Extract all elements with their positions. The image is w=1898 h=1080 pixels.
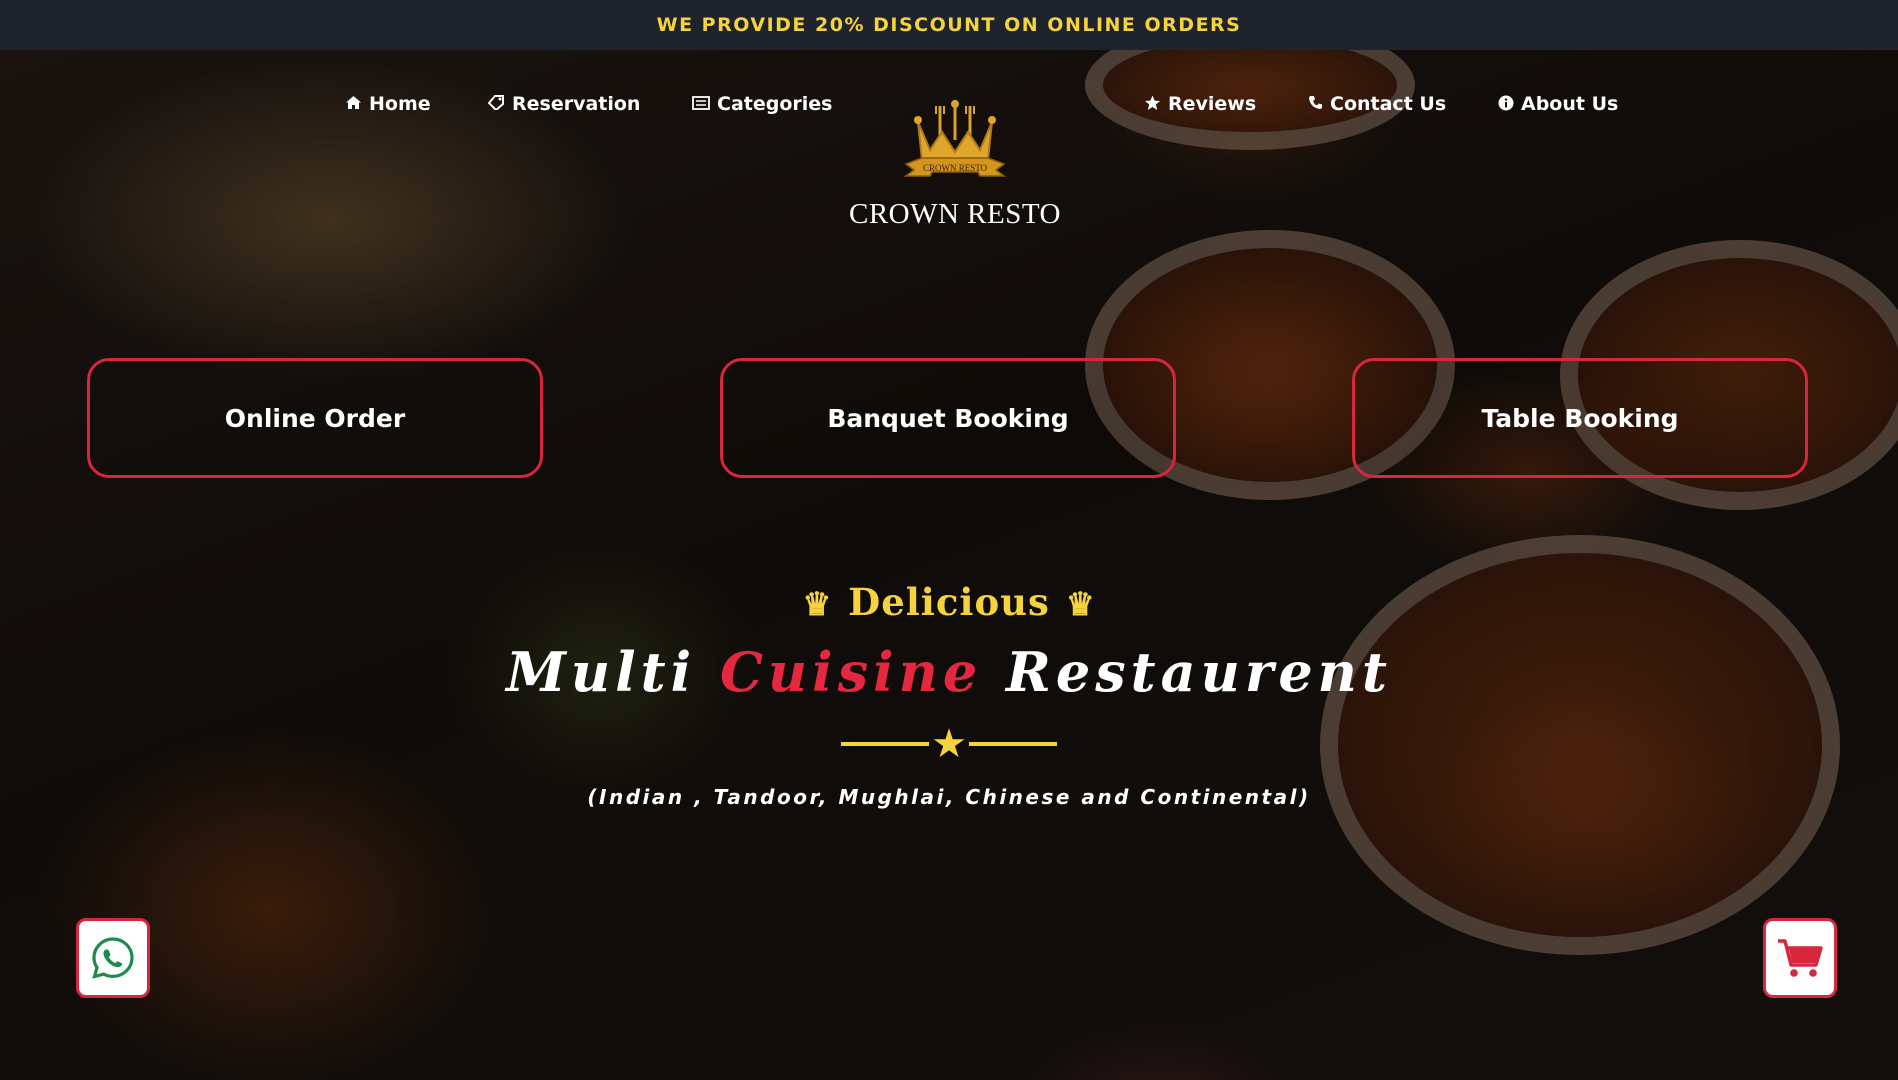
promo-text: WE PROVIDE 20% DISCOUNT ON ONLINE ORDERS	[656, 14, 1242, 36]
phone-icon	[1308, 95, 1323, 113]
hero-title-part1: Multi	[506, 640, 697, 704]
divider-star-icon: ★	[931, 721, 967, 767]
nav-reviews-label: Reviews	[1168, 93, 1257, 115]
hero-title-part2: Restaurent	[1006, 640, 1392, 704]
crown-icon: ♛	[802, 585, 833, 623]
nav-about[interactable]: About Us	[1498, 93, 1618, 115]
hero-subtitle: (Indian , Tandoor, Mughlai, Chinese and …	[587, 785, 1311, 809]
hero-title-accent: Cuisine	[719, 640, 983, 704]
cart-button[interactable]	[1763, 918, 1837, 998]
crown-logo-icon: CROWN RESTO	[903, 100, 1007, 177]
nav-about-label: About Us	[1521, 93, 1619, 115]
list-icon	[692, 95, 710, 113]
nav-contact[interactable]: Contact Us	[1308, 93, 1446, 115]
divider-line	[841, 742, 930, 746]
whatsapp-button[interactable]	[76, 918, 150, 998]
crown-icon: ♛	[1065, 585, 1096, 623]
page: WE PROVIDE 20% DISCOUNT ON ONLINE ORDERS…	[0, 0, 1898, 1080]
hero-divider: ★	[0, 724, 1898, 764]
tag-icon	[487, 95, 505, 113]
nav-reservation-label: Reservation	[512, 93, 641, 115]
logo-badge-text: CROWN RESTO	[923, 163, 988, 173]
hero-tagline-text: Delicious	[848, 580, 1050, 624]
banquet-booking-button[interactable]: Banquet Booking	[720, 358, 1176, 478]
nav-reservation[interactable]: Reservation	[487, 93, 641, 115]
nav-home[interactable]: Home	[345, 93, 431, 115]
nav-categories-label: Categories	[717, 93, 833, 115]
online-order-button[interactable]: Online Order	[87, 358, 543, 478]
info-icon	[1498, 95, 1514, 114]
star-icon	[1144, 95, 1161, 114]
whatsapp-icon	[92, 937, 134, 979]
nav-home-label: Home	[369, 93, 431, 115]
logo-name: CROWN RESTO	[848, 198, 1061, 230]
nav-categories[interactable]: Categories	[692, 93, 832, 115]
divider-line	[968, 742, 1057, 746]
brand-logo[interactable]: CROWN RESTO CROWN RESTO	[840, 98, 1070, 231]
nav-reviews[interactable]: Reviews	[1144, 93, 1256, 115]
home-icon	[345, 95, 362, 113]
cart-icon	[1778, 939, 1823, 977]
table-booking-button[interactable]: Table Booking	[1352, 358, 1808, 478]
hero-tagline: ♛ Delicious ♛	[0, 580, 1898, 624]
promo-bar: WE PROVIDE 20% DISCOUNT ON ONLINE ORDERS	[0, 0, 1898, 50]
hero-title: Multi Cuisine Restaurent	[0, 640, 1898, 704]
nav-contact-label: Contact Us	[1330, 93, 1447, 115]
